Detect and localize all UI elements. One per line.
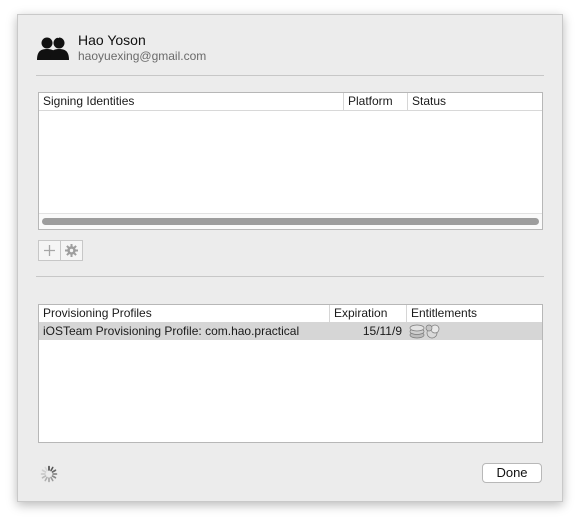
- entitlement-stack-icon: [409, 324, 425, 339]
- provisioning-profiles-table[interactable]: Provisioning Profiles Expiration Entitle…: [38, 304, 543, 443]
- spinner-icon: [40, 465, 58, 483]
- table-row[interactable]: iOSTeam Provisioning Profile: com.hao.pr…: [39, 322, 542, 340]
- add-identity-button[interactable]: [38, 240, 61, 261]
- entitlement-game-icon: [425, 324, 440, 339]
- column-status[interactable]: Status: [407, 93, 542, 110]
- column-provisioning-profiles[interactable]: Provisioning Profiles: [39, 305, 329, 322]
- profile-expiration: 15/11/9: [362, 324, 402, 338]
- provisioning-profiles-header: Provisioning Profiles Expiration Entitle…: [39, 305, 542, 323]
- column-signing-identities[interactable]: Signing Identities: [39, 93, 343, 110]
- separator-top: [36, 75, 544, 76]
- account-details-sheet: Hao Yoson haoyuexing@gmail.com Signing I…: [17, 14, 563, 502]
- account-email: haoyuexing@gmail.com: [78, 49, 207, 63]
- column-entitlements[interactable]: Entitlements: [406, 305, 542, 322]
- scrollbar-thumb[interactable]: [42, 218, 539, 225]
- gear-icon: [65, 244, 78, 257]
- plus-icon: [44, 245, 55, 256]
- account-name: Hao Yoson: [78, 32, 146, 48]
- identity-settings-button[interactable]: [61, 240, 83, 261]
- horizontal-scrollbar[interactable]: [39, 213, 542, 229]
- signing-identities-table[interactable]: Signing Identities Platform Status: [38, 92, 543, 230]
- column-expiration[interactable]: Expiration: [329, 305, 406, 322]
- done-button[interactable]: Done: [482, 463, 542, 483]
- profile-name: iOSTeam Provisioning Profile: com.hao.pr…: [43, 324, 300, 338]
- separator-middle: [36, 276, 544, 277]
- signing-identities-header: Signing Identities Platform Status: [39, 93, 542, 111]
- users-icon: [37, 36, 69, 60]
- profile-entitlements: [409, 322, 449, 340]
- column-platform[interactable]: Platform: [343, 93, 407, 110]
- identity-actions: [38, 240, 83, 261]
